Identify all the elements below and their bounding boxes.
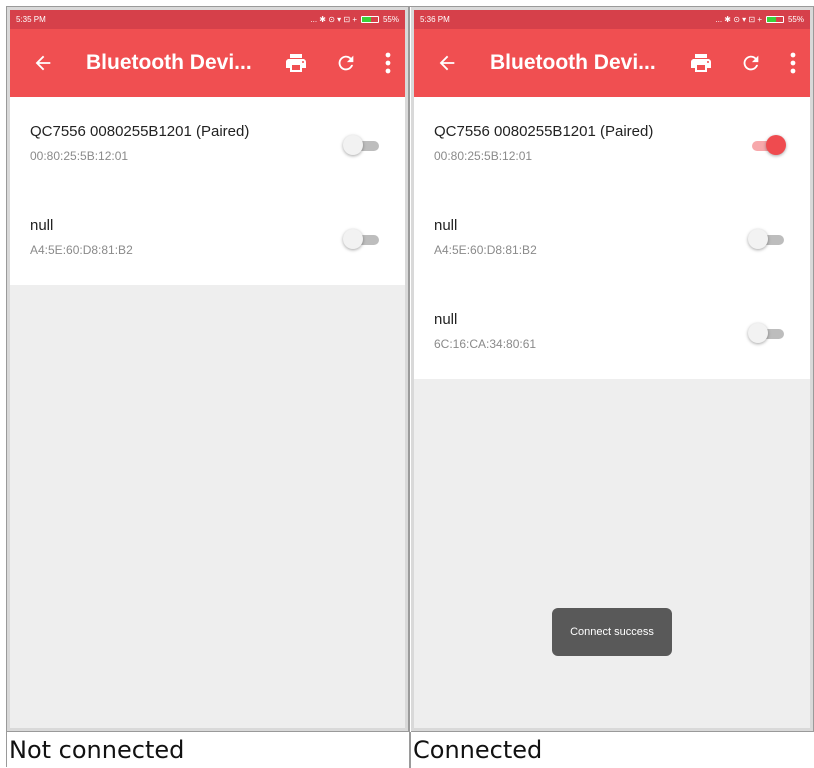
arrow-back-icon[interactable]	[30, 50, 56, 76]
toggle-thumb	[343, 135, 363, 155]
toolbar-title: Bluetooth Devi...	[490, 51, 656, 74]
status-bar: 5:35 PM ... ✱ ⊙ ▾ ⊡ + 55%	[10, 10, 405, 29]
device-list: QC7556 0080255B1201 (Paired) 00:80:25:5B…	[10, 97, 405, 285]
toggle-thumb	[748, 229, 768, 249]
arrow-back-icon[interactable]	[434, 50, 460, 76]
battery-percent: 55%	[382, 15, 399, 24]
app-toolbar: Bluetooth Devi...	[414, 29, 810, 97]
connect-toggle[interactable]	[343, 229, 381, 249]
battery-icon	[765, 16, 784, 23]
caption-not-connected: Not connected	[7, 732, 411, 768]
refresh-icon[interactable]	[738, 50, 764, 76]
status-time: 5:36 PM	[420, 15, 450, 24]
status-time: 5:35 PM	[16, 15, 46, 24]
device-list: QC7556 0080255B1201 (Paired) 00:80:25:5B…	[414, 97, 810, 379]
connect-toggle[interactable]	[748, 323, 786, 343]
device-row[interactable]: null A4:5E:60:D8:81:B2	[10, 191, 405, 285]
device-row[interactable]: QC7556 0080255B1201 (Paired) 00:80:25:5B…	[10, 97, 405, 191]
connect-toggle[interactable]	[748, 229, 786, 249]
screenshot-cell-not-connected: 5:35 PM ... ✱ ⊙ ▾ ⊡ + 55% Bluetooth Devi…	[7, 7, 410, 732]
phone-screen: 5:36 PM ... ✱ ⊙ ▾ ⊡ + 55% Bluetooth Devi…	[414, 10, 810, 728]
status-indicator-icons: ... ✱ ⊙ ▾ ⊡ +	[310, 15, 357, 24]
status-bar: 5:36 PM ... ✱ ⊙ ▾ ⊡ + 55%	[414, 10, 810, 29]
more-vert-icon[interactable]	[381, 50, 395, 76]
device-row[interactable]: null A4:5E:60:D8:81:B2	[414, 191, 810, 285]
comparison-table: 5:35 PM ... ✱ ⊙ ▾ ⊡ + 55% Bluetooth Devi…	[6, 6, 814, 768]
battery-fill	[766, 17, 776, 22]
device-row[interactable]: null 6C:16:CA:34:80:61	[414, 285, 810, 379]
print-icon[interactable]	[283, 50, 309, 76]
print-icon[interactable]	[688, 50, 714, 76]
toast-message: Connect success	[552, 608, 672, 656]
status-icons: ... ✱ ⊙ ▾ ⊡ + 55%	[715, 15, 804, 24]
toggle-thumb	[343, 229, 363, 249]
toggle-thumb	[748, 323, 768, 343]
connect-toggle[interactable]	[748, 135, 786, 155]
status-indicator-icons: ... ✱ ⊙ ▾ ⊡ +	[715, 15, 762, 24]
battery-fill	[361, 17, 371, 22]
more-vert-icon[interactable]	[786, 50, 800, 76]
device-row[interactable]: QC7556 0080255B1201 (Paired) 00:80:25:5B…	[414, 97, 810, 191]
connect-toggle[interactable]	[343, 135, 381, 155]
caption-connected: Connected	[413, 736, 543, 764]
toolbar-title: Bluetooth Devi...	[86, 51, 252, 74]
app-toolbar: Bluetooth Devi...	[10, 29, 405, 97]
toggle-thumb	[766, 135, 786, 155]
phone-screen: 5:35 PM ... ✱ ⊙ ▾ ⊡ + 55% Bluetooth Devi…	[10, 10, 405, 728]
battery-percent: 55%	[787, 15, 804, 24]
refresh-icon[interactable]	[333, 50, 359, 76]
status-icons: ... ✱ ⊙ ▾ ⊡ + 55%	[310, 15, 399, 24]
battery-icon	[360, 16, 379, 23]
screenshot-cell-connected: 5:36 PM ... ✱ ⊙ ▾ ⊡ + 55% Bluetooth Devi…	[411, 7, 814, 732]
